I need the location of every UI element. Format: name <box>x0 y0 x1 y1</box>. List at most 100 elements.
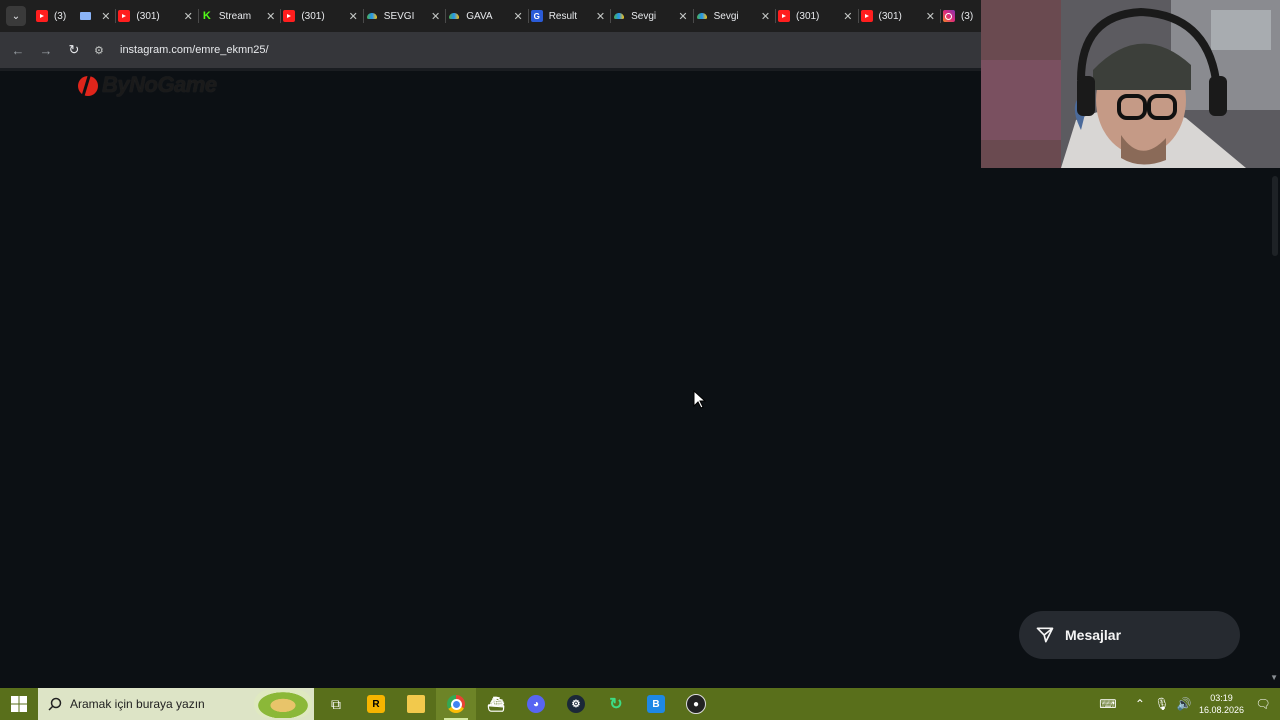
tab[interactable]: (301) ✕ <box>859 0 942 32</box>
search-placeholder: Aramak için buraya yazın <box>70 697 205 711</box>
taskbar-boat-app[interactable]: ⛴ <box>476 688 516 720</box>
taskbar-chrome[interactable] <box>436 688 476 720</box>
g-icon: G <box>530 10 543 22</box>
sevgi-icon <box>366 10 378 22</box>
boat-app-icon: ⛴ <box>487 695 505 712</box>
steam-icon: ⚙ <box>567 695 585 713</box>
tab-title: Sevgi <box>631 10 657 22</box>
system-tray: ⌨ ⌃ 🎙 🔊 03:19 16.08.2026 🗨 <box>1097 688 1280 720</box>
reload-button[interactable]: ↻ <box>60 42 88 58</box>
tab[interactable]: K Stream ✕ <box>199 0 282 32</box>
close-icon[interactable]: ✕ <box>431 10 440 23</box>
send-icon <box>1036 627 1054 643</box>
close-icon[interactable]: ✕ <box>678 10 687 23</box>
tab-title: (3) <box>53 10 67 22</box>
close-icon[interactable]: ✕ <box>349 10 358 23</box>
tab-title: GAVA <box>466 10 493 22</box>
taskbar-file-explorer[interactable] <box>396 688 436 720</box>
address-bar[interactable]: ⚙ instagram.com/emre_ekmn25/ <box>94 37 981 63</box>
windows-taskbar: Aramak için buraya yazın ⧉ R ⛴ ◕ ⚙ ↻ B ●… <box>0 688 1280 720</box>
kick-icon: K <box>202 10 211 22</box>
tab[interactable]: Sevgi ✕ <box>694 0 777 32</box>
scrollbar-thumb[interactable] <box>1272 176 1278 256</box>
tab-title: Sevgi <box>713 10 739 22</box>
sevgi-icon <box>448 10 460 22</box>
messages-button[interactable]: Mesajlar <box>1019 611 1240 659</box>
taskbar-refresh-app[interactable]: ↻ <box>596 688 636 720</box>
tab[interactable]: (3) ✕ <box>34 0 117 32</box>
chevron-up-icon[interactable]: ⌃ <box>1129 697 1151 711</box>
bynogame-logo[interactable]: ByNoGame <box>77 72 217 98</box>
tab-title: (301) <box>878 10 902 22</box>
taskbar-obs[interactable]: ● <box>676 688 716 720</box>
mail-icon <box>80 12 92 20</box>
clock-date: 16.08.2026 <box>1198 705 1244 715</box>
back-button[interactable]: ← <box>4 43 32 58</box>
sevgi-icon <box>613 10 625 22</box>
close-icon[interactable]: ✕ <box>266 10 275 23</box>
chevron-down-icon: ⌄ <box>11 10 21 22</box>
search-icon <box>48 697 62 711</box>
close-icon[interactable]: ✕ <box>596 10 605 23</box>
chrome-icon <box>447 695 465 713</box>
tab-title: Stream <box>218 10 252 22</box>
reload-icon: ↻ <box>68 42 80 57</box>
tab-title: (301) <box>796 10 820 22</box>
tab[interactable]: SEVGİ ✕ <box>364 0 447 32</box>
arrow-left-icon: ← <box>11 42 25 58</box>
tab[interactable]: Sevgi ✕ <box>611 0 695 32</box>
youtube-icon <box>283 10 296 22</box>
webcam-person-image <box>981 0 1280 168</box>
url-text: instagram.com/emre_ekmn25/ <box>120 44 269 56</box>
tab[interactable]: G Result ✕ <box>529 0 612 32</box>
taskbar-search-box[interactable]: Aramak için buraya yazın <box>38 688 314 720</box>
instagram-icon <box>942 10 955 22</box>
microphone-icon[interactable]: 🎙 <box>1151 697 1173 711</box>
task-view-icon: ⧉ <box>331 695 341 712</box>
tab-title: (3) I <box>960 10 975 22</box>
taskbar-discord[interactable]: ◕ <box>516 688 556 720</box>
tab-title: (301) <box>301 10 325 22</box>
webcam-overlay <box>981 0 1280 168</box>
taskbar-task-view[interactable]: ⧉ <box>316 688 356 720</box>
tab-title: (301) <box>136 10 160 22</box>
browser-toolbar: ← → ↻ ⚙ instagram.com/emre_ekmn25/ <box>0 32 981 68</box>
close-icon[interactable]: ✕ <box>761 10 770 23</box>
taskbar-steam[interactable]: ⚙ <box>556 688 596 720</box>
logo-text: ByNoGame <box>102 72 217 97</box>
tab[interactable]: GAVA ✕ <box>446 0 530 32</box>
sevgi-icon <box>696 10 708 22</box>
messages-label: Mesajlar <box>1065 627 1122 643</box>
close-icon[interactable]: ✕ <box>843 10 852 23</box>
forward-button[interactable]: → <box>32 43 60 58</box>
site-info-icon[interactable]: ⚙ <box>94 44 110 57</box>
speaker-icon[interactable]: 🔊 <box>1173 697 1195 711</box>
tab-search-button[interactable]: ⌄ <box>6 6 26 26</box>
taskbar-b-app[interactable]: B <box>636 688 676 720</box>
page-top-edge <box>0 68 981 71</box>
page-scrollbar[interactable]: ▼ <box>1268 168 1280 686</box>
youtube-icon <box>860 10 873 22</box>
youtube-icon <box>118 10 131 22</box>
keyboard-icon[interactable]: ⌨ <box>1097 697 1119 711</box>
tab-active[interactable]: (3) I <box>941 0 981 32</box>
scroll-down-icon[interactable]: ▼ <box>1270 673 1278 682</box>
tab[interactable]: (301) ✕ <box>776 0 859 32</box>
close-icon[interactable]: ✕ <box>926 10 935 23</box>
rockstar-icon: R <box>367 695 385 713</box>
youtube-icon <box>778 10 791 22</box>
tab[interactable]: (301) ✕ <box>116 0 200 32</box>
tab[interactable]: (301) ✕ <box>281 0 365 32</box>
close-icon[interactable]: ✕ <box>513 10 522 23</box>
taskbar-rockstar[interactable]: R <box>356 688 396 720</box>
b-app-icon: B <box>647 695 665 713</box>
notification-icon[interactable]: 🗨 <box>1252 697 1274 711</box>
discord-icon: ◕ <box>527 695 545 713</box>
close-icon[interactable]: ✕ <box>184 10 193 23</box>
close-icon[interactable]: ✕ <box>101 10 110 23</box>
obs-icon: ● <box>686 694 706 714</box>
clock[interactable]: 03:19 16.08.2026 <box>1199 692 1244 716</box>
start-button[interactable] <box>0 688 38 720</box>
bynogame-logo-icon <box>78 72 98 97</box>
mouse-cursor-icon <box>693 390 707 409</box>
